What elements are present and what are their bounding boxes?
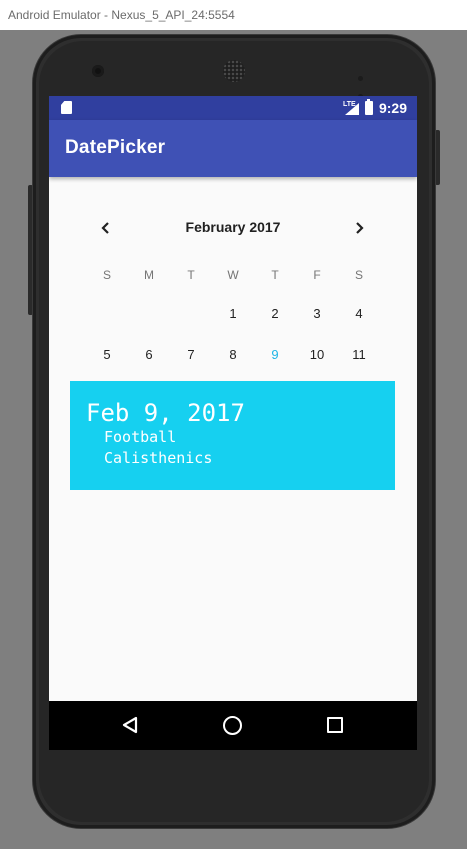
day-cell-selected[interactable]: 9 — [254, 345, 296, 365]
chevron-right-icon — [356, 222, 364, 234]
event-item: Football — [104, 428, 177, 446]
weekday-label: M — [144, 268, 154, 282]
event-list: Football Calisthenics — [104, 427, 212, 469]
home-circle-icon[interactable] — [223, 716, 242, 735]
weekday-label: W — [227, 268, 239, 282]
day-cell-empty — [86, 304, 128, 324]
earpiece-speaker-icon — [223, 60, 245, 82]
window-title: Android Emulator - Nexus_5_API_24:5554 — [0, 0, 467, 30]
weekday-label: F — [313, 268, 321, 282]
signal-icon: LTE — [343, 101, 359, 115]
weekday-header: S M T W T F S — [86, 268, 380, 284]
day-cell[interactable]: 11 — [338, 345, 380, 365]
weekday-label: T — [271, 268, 279, 282]
day-cell[interactable]: 2 — [254, 304, 296, 324]
day-cell[interactable]: 10 — [296, 345, 338, 365]
event-item: Calisthenics — [104, 449, 213, 467]
day-cell[interactable]: 1 — [212, 304, 254, 324]
day-cell[interactable]: 8 — [212, 345, 254, 365]
day-cell-empty — [170, 304, 212, 324]
sd-card-icon — [61, 101, 72, 114]
app-title: DatePicker — [65, 137, 166, 158]
weekday-label: S — [102, 268, 111, 282]
day-cell[interactable]: 5 — [86, 345, 128, 365]
device-screen: LTE 9:29 DatePicker February 2017 S M T … — [49, 96, 417, 750]
status-time: 9:29 — [378, 100, 407, 116]
day-cell[interactable]: 3 — [296, 304, 338, 324]
day-cell[interactable]: 6 — [128, 345, 170, 365]
day-cell[interactable]: 7 — [170, 345, 212, 365]
event-date: Feb 9, 2017 — [86, 399, 245, 427]
recents-square-icon[interactable] — [327, 717, 343, 733]
front-camera-icon — [92, 65, 104, 77]
navigation-bar — [49, 701, 417, 750]
app-bar: DatePicker — [49, 120, 417, 177]
calendar-week: 5 6 7 8 9 10 11 — [86, 345, 380, 365]
power-button[interactable] — [435, 130, 440, 185]
back-triangle-icon[interactable] — [121, 716, 139, 734]
status-bar: LTE 9:29 — [49, 96, 417, 120]
next-month-button[interactable] — [344, 213, 374, 243]
battery-icon — [364, 99, 373, 115]
calendar-header: February 2017 — [49, 213, 417, 243]
weekday-label: T — [187, 268, 195, 282]
calendar-week: 1 2 3 4 — [86, 304, 380, 324]
weekday-label: S — [354, 268, 363, 282]
event-card: Feb 9, 2017 Football Calisthenics — [70, 381, 395, 490]
day-cell[interactable]: 4 — [338, 304, 380, 324]
proximity-sensor-icon — [358, 68, 374, 99]
day-cell-empty — [128, 304, 170, 324]
